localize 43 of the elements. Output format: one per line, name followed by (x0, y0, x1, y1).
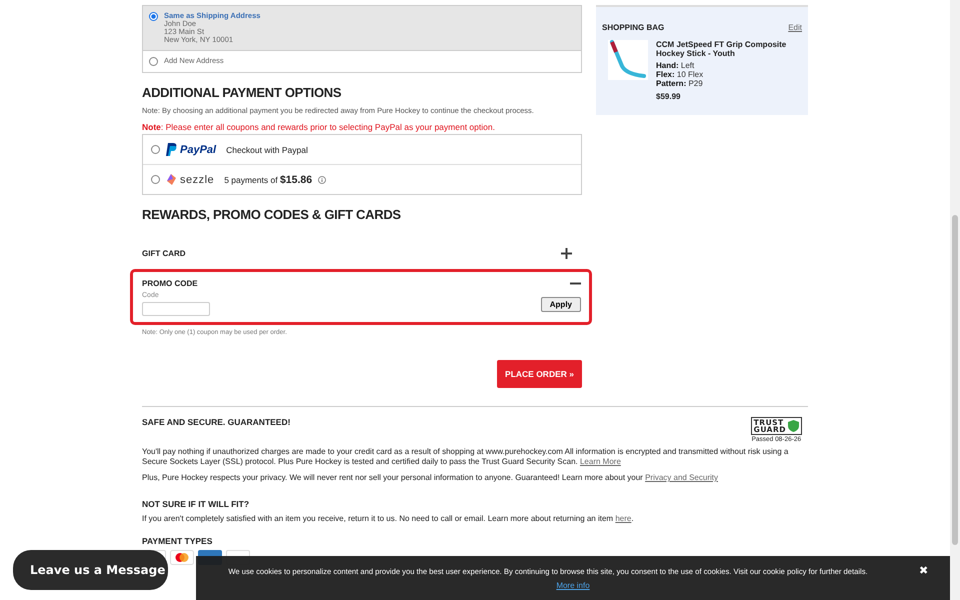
link[interactable]: Privacy and Security (645, 473, 718, 482)
sezzle-logo-text: sezzle (180, 174, 214, 186)
product-name[interactable]: CCM JetSpeed FT Grip Composite Hockey Stick - Youth (656, 40, 802, 58)
paragraph: If you aren't completely satisfied with an item you receive, return it to us. No need to call or email. Learn more about returning an item here. (142, 514, 635, 524)
scrollbar[interactable] (950, 0, 960, 600)
product-spec: Pattern: P29 (656, 79, 704, 88)
place-order-button[interactable]: PLACE ORDER » (497, 360, 582, 388)
radio-button[interactable] (151, 175, 160, 184)
leave-message-button[interactable]: Leave us a Message (13, 550, 168, 590)
more-info-link[interactable]: More info (556, 580, 590, 590)
radio-button[interactable] (151, 145, 160, 154)
edit-link[interactable]: Edit (788, 23, 802, 32)
section-heading: PAYMENT TYPES (142, 536, 214, 546)
section-heading: ADDITIONAL PAYMENT OPTIONS (142, 85, 342, 100)
radio-button[interactable] (149, 12, 158, 21)
sezzle-logo-icon (166, 174, 177, 185)
product-spec: Hand: Left (656, 61, 696, 70)
paypal-logo-text: PayPal (180, 144, 216, 156)
warning-note: Note: Please enter all coupons and rewards prior to selecting PayPal as your payment option. (142, 122, 496, 132)
apply-button[interactable]: Apply (540, 297, 581, 312)
payment-option-text: Checkout with Paypal (226, 144, 308, 154)
section-heading: REWARDS, PROMO CODES & GIFT CARDS (142, 207, 402, 222)
info-icon[interactable] (318, 176, 326, 184)
radio-button[interactable] (149, 57, 158, 66)
code-input-field[interactable] (142, 302, 210, 316)
paragraph: Plus, Pure Hockey respects your privacy. We will never rent nor sell your personal information to anyone. Guaranteed! Learn more about your Privacy and Security (142, 473, 719, 483)
section-heading: SAFE AND SECURE. GUARANTEED! (142, 417, 290, 429)
mastercard-icon (170, 550, 194, 565)
product-spec: Flex: 10 Flex (656, 70, 704, 79)
paypal-logo-icon (166, 143, 177, 156)
plus-icon[interactable] (561, 248, 572, 259)
section-title[interactable]: PROMO CODE (142, 279, 198, 288)
shield-icon (788, 420, 799, 432)
close-button[interactable]: ✖ (919, 564, 928, 577)
paragraph: You'll pay nothing if unauthorized charges are made to your credit card as a result of shopping at www.purehockey.com All information is encrypted and transmitted without risk using a Secure Sockets Layer (SSL) protocol. Plus Pure Hockey is tested and certified daily to pass the Trust Guard Security Scan. Learn More (142, 447, 790, 467)
payment-option-text: 5 payments of $15.86 (224, 174, 312, 186)
section-heading: NOT SURE IF IT WILL FIT? (142, 499, 250, 509)
panel-title: SHOPPING BAG (602, 23, 664, 32)
hockey-stick-drawing (608, 40, 648, 80)
product-price: $59.99 (656, 92, 682, 101)
link[interactable]: Learn More (580, 457, 621, 466)
section-title[interactable]: GIFT CARD (142, 249, 186, 258)
link[interactable]: here (615, 514, 632, 523)
